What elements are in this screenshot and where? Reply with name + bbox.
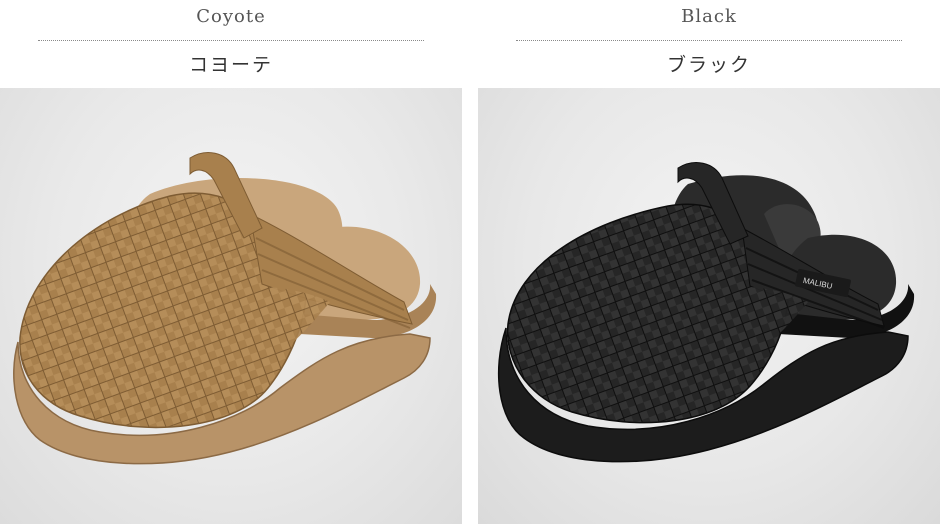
dotted-divider — [516, 40, 902, 41]
product-photo-coyote — [0, 88, 462, 524]
color-name-en: Black — [681, 6, 737, 27]
variant-card-coyote: Coyote コヨーテ — [0, 0, 462, 524]
color-name-ja: コヨーテ — [188, 54, 273, 76]
sandal-pair-image: MALIBU — [497, 162, 915, 463]
sandal-front — [13, 152, 431, 465]
variant-card-black: Black ブラック MALIBU — [478, 0, 940, 524]
dotted-divider — [38, 40, 424, 41]
sandal-pair-image — [13, 152, 437, 465]
product-photo-black: MALIBU — [478, 88, 940, 524]
sandal-front: MALIBU — [497, 162, 909, 463]
color-name-en: Coyote — [196, 6, 266, 27]
color-name-ja: ブラック — [666, 54, 751, 76]
